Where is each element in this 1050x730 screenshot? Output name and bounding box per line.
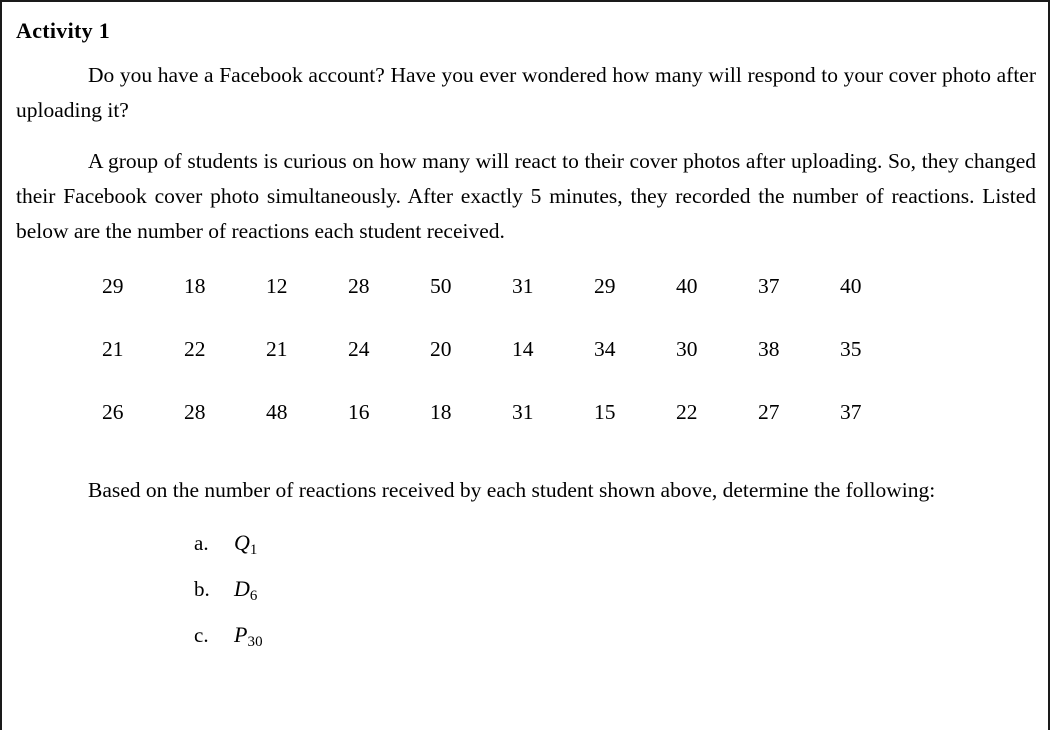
data-value: 48 [266,400,288,424]
data-value: 15 [594,400,616,424]
data-value: 40 [676,274,698,298]
data-value: 16 [348,400,370,424]
data-value: 20 [430,337,452,361]
data-value: 22 [184,337,206,361]
data-value: 26 [102,400,124,424]
list-item: a. Q1 [194,530,1036,576]
list-item-symbol: D6 [234,576,258,605]
list-item-symbol: P30 [234,622,263,651]
symbol-base: Q [234,530,250,555]
data-value: 14 [512,337,534,361]
data-value: 18 [184,274,206,298]
data-value: 18 [430,400,452,424]
data-value: 28 [348,274,370,298]
list-item-letter: c. [194,623,209,647]
instruction-paragraph: Based on the number of reactions receive… [88,478,936,502]
table-row: 29 18 12 28 50 31 29 40 37 40 [102,266,1036,329]
data-value: 21 [102,337,124,361]
data-value: 21 [266,337,288,361]
data-value: 22 [676,400,698,424]
list-item-letter: a. [194,531,209,555]
document-content: Activity 1 Do you have a Facebook accoun… [2,2,1048,730]
question-list: a. Q1 b. D6 c. P30 [16,530,1036,668]
data-value: 31 [512,274,534,298]
data-value: 50 [430,274,452,298]
data-value: 40 [840,274,862,298]
data-value: 31 [512,400,534,424]
data-value: 37 [840,400,862,424]
data-value: 38 [758,337,780,361]
data-value: 27 [758,400,780,424]
data-value: 28 [184,400,206,424]
data-value: 37 [758,274,780,298]
table-row: 26 28 48 16 18 31 15 22 27 37 [102,392,1036,455]
data-value: 24 [348,337,370,361]
data-value: 12 [266,274,288,298]
data-value: 29 [594,274,616,298]
list-item-symbol: Q1 [234,530,258,559]
intro-paragraph: Do you have a Facebook account? Have you… [16,63,1036,122]
symbol-subscript: 6 [249,588,258,605]
data-value: 30 [676,337,698,361]
symbol-base: P [234,622,248,647]
page-title: Activity 1 [16,18,111,43]
scenario-paragraph: A group of students is curious on how ma… [16,149,1036,243]
data-value: 29 [102,274,124,298]
symbol-subscript: 1 [249,542,258,559]
symbol-base: D [234,576,250,601]
data-value: 34 [594,337,616,361]
reaction-data-grid: 29 18 12 28 50 31 29 40 37 40 21 22 21 2… [16,266,1036,455]
document-page: Activity 1 Do you have a Facebook accoun… [0,0,1050,730]
list-item: c. P30 [194,622,1036,668]
list-item-letter: b. [194,577,210,601]
data-value: 35 [840,337,862,361]
table-row: 21 22 21 24 20 14 34 30 38 35 [102,329,1036,392]
symbol-subscript: 30 [247,634,263,651]
list-item: b. D6 [194,576,1036,622]
